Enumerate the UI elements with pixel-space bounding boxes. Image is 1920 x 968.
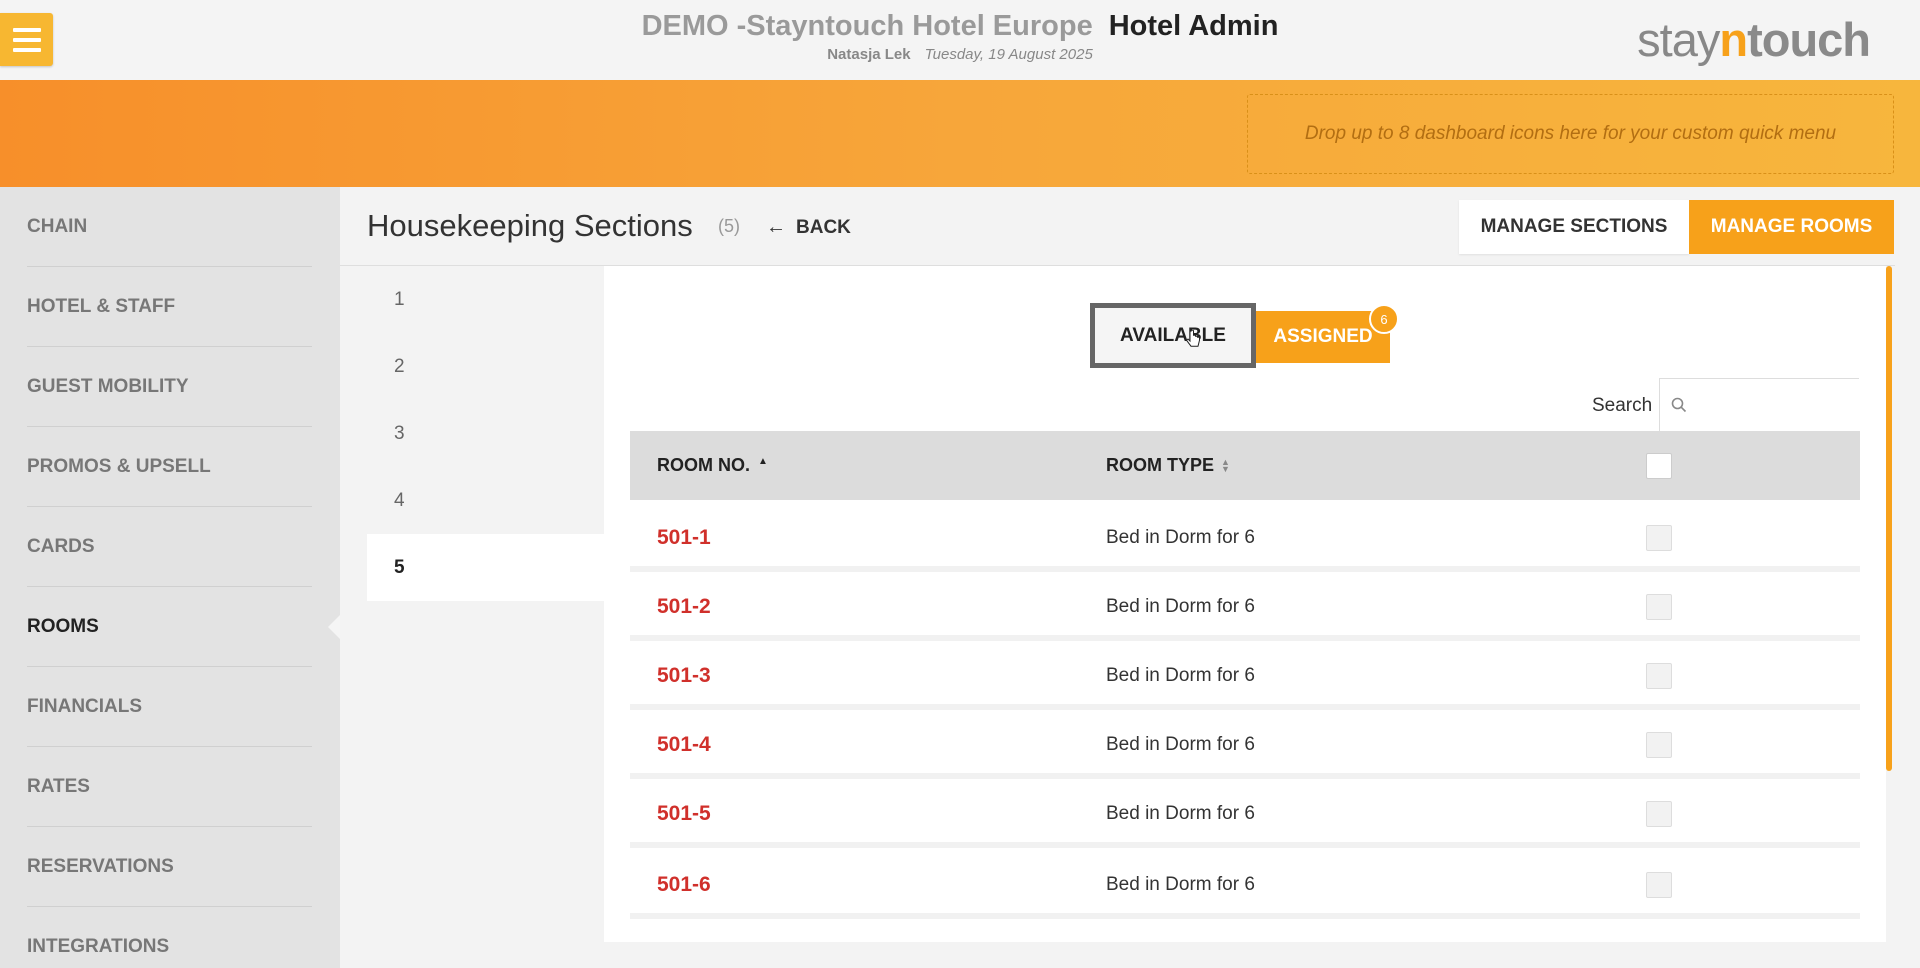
panel-scrollbar[interactable]	[1886, 266, 1892, 771]
row-checkbox[interactable]	[1646, 801, 1672, 827]
row-checkbox[interactable]	[1646, 525, 1672, 551]
back-label: BACK	[796, 216, 851, 238]
table-header: ROOM NO. ▲ ROOM TYPE ▲ ▼	[630, 431, 1860, 500]
table-row: 501-1 Bed in Dorm for 6	[630, 509, 1860, 572]
section-item[interactable]: 4	[367, 467, 604, 534]
room-number-link[interactable]: 501-5	[657, 785, 711, 842]
top-header: DEMO -Stayntouch Hotel Europe Hotel Admin…	[0, 0, 1920, 80]
business-date: Tuesday, 19 August 2025	[924, 46, 1093, 63]
assigned-count-badge: 6	[1369, 304, 1399, 334]
back-button[interactable]: ← BACK	[766, 216, 851, 239]
header-subline: Natasja Lek Tuesday, 19 August 2025	[0, 46, 1920, 63]
arrow-left-icon: ←	[766, 216, 786, 238]
room-number-link[interactable]: 501-4	[657, 716, 711, 773]
table-row: 501-2 Bed in Dorm for 6	[630, 578, 1860, 641]
page-title: Housekeeping Sections	[367, 208, 693, 243]
sidebar-item-integrations[interactable]: INTEGRATIONS	[27, 907, 312, 968]
sort-ascending-icon: ▲	[758, 456, 768, 467]
sidebar-item-reservations[interactable]: RESERVATIONS	[27, 827, 312, 907]
user-name: Natasja Lek	[827, 46, 911, 63]
active-indicator-arrow	[328, 615, 340, 639]
available-tab[interactable]: AVAILABLE	[1090, 303, 1256, 368]
select-all-checkbox[interactable]	[1646, 453, 1672, 479]
sort-icon: ▲ ▼	[1221, 456, 1230, 474]
manage-sections-button[interactable]: MANAGE SECTIONS	[1459, 200, 1689, 254]
hand-cursor-icon	[1185, 330, 1200, 347]
row-checkbox[interactable]	[1646, 732, 1672, 758]
sidebar-item-chain[interactable]: CHAIN	[27, 187, 312, 267]
row-checkbox[interactable]	[1646, 663, 1672, 689]
header-title: DEMO -Stayntouch Hotel Europe Hotel Admin	[0, 10, 1920, 43]
app-name: Hotel Admin	[1108, 10, 1279, 42]
section-item[interactable]: 3	[367, 400, 604, 467]
row-checkbox[interactable]	[1646, 872, 1672, 898]
room-type-cell: Bed in Dorm for 6	[1106, 802, 1255, 824]
room-number-link[interactable]: 501-1	[657, 509, 711, 566]
table-row: 501-3 Bed in Dorm for 6	[630, 647, 1860, 710]
room-number-link[interactable]: 501-2	[657, 578, 711, 635]
section-item-selected[interactable]: 5	[367, 534, 604, 601]
room-type-cell: Bed in Dorm for 6	[1106, 595, 1255, 617]
section-list: 1 2 3 4 5	[367, 266, 604, 601]
room-type-cell: Bed in Dorm for 6	[1106, 664, 1255, 686]
sidebar-item-promos-upsell[interactable]: PROMOS & UPSELL	[27, 427, 312, 507]
sidebar-item-financials[interactable]: FINANCIALS	[27, 667, 312, 747]
stayntouch-logo: stayntouch	[1637, 13, 1871, 66]
table-row: 501-5 Bed in Dorm for 6	[630, 785, 1860, 848]
table-row: 501-6 Bed in Dorm for 6	[630, 856, 1860, 919]
room-number-link[interactable]: 501-6	[657, 856, 711, 913]
room-number-link[interactable]: 501-3	[657, 647, 711, 704]
table-row: 501-4 Bed in Dorm for 6	[630, 716, 1860, 779]
search-input[interactable]	[1659, 378, 1859, 432]
sidebar: CHAIN HOTEL & STAFF GUEST MOBILITY PROMO…	[0, 187, 340, 968]
hotel-name: DEMO -Stayntouch Hotel Europe	[641, 10, 1093, 42]
room-type-cell: Bed in Dorm for 6	[1106, 733, 1255, 755]
manage-rooms-button[interactable]: MANAGE ROOMS	[1689, 200, 1894, 254]
sidebar-item-rates[interactable]: RATES	[27, 747, 312, 827]
search-icon	[1671, 397, 1687, 413]
sidebar-item-guest-mobility[interactable]: GUEST MOBILITY	[27, 347, 312, 427]
section-item[interactable]: 1	[367, 266, 604, 333]
row-checkbox[interactable]	[1646, 594, 1672, 620]
section-item[interactable]: 2	[367, 333, 604, 400]
room-type-cell: Bed in Dorm for 6	[1106, 526, 1255, 548]
column-header-room-no[interactable]: ROOM NO. ▲	[657, 431, 768, 500]
column-header-room-type[interactable]: ROOM TYPE ▲ ▼	[1106, 431, 1230, 500]
section-count: (5)	[718, 216, 740, 236]
sidebar-item-hotel-staff[interactable]: HOTEL & STAFF	[27, 267, 312, 347]
quick-menu-bar: Drop up to 8 dashboard icons here for yo…	[0, 80, 1920, 187]
search-label: Search	[1592, 395, 1653, 416]
sidebar-item-rooms[interactable]: ROOMS	[27, 587, 312, 667]
quick-menu-dropzone[interactable]: Drop up to 8 dashboard icons here for yo…	[1247, 94, 1894, 174]
room-type-cell: Bed in Dorm for 6	[1106, 873, 1255, 895]
sidebar-item-cards[interactable]: CARDS	[27, 507, 312, 587]
